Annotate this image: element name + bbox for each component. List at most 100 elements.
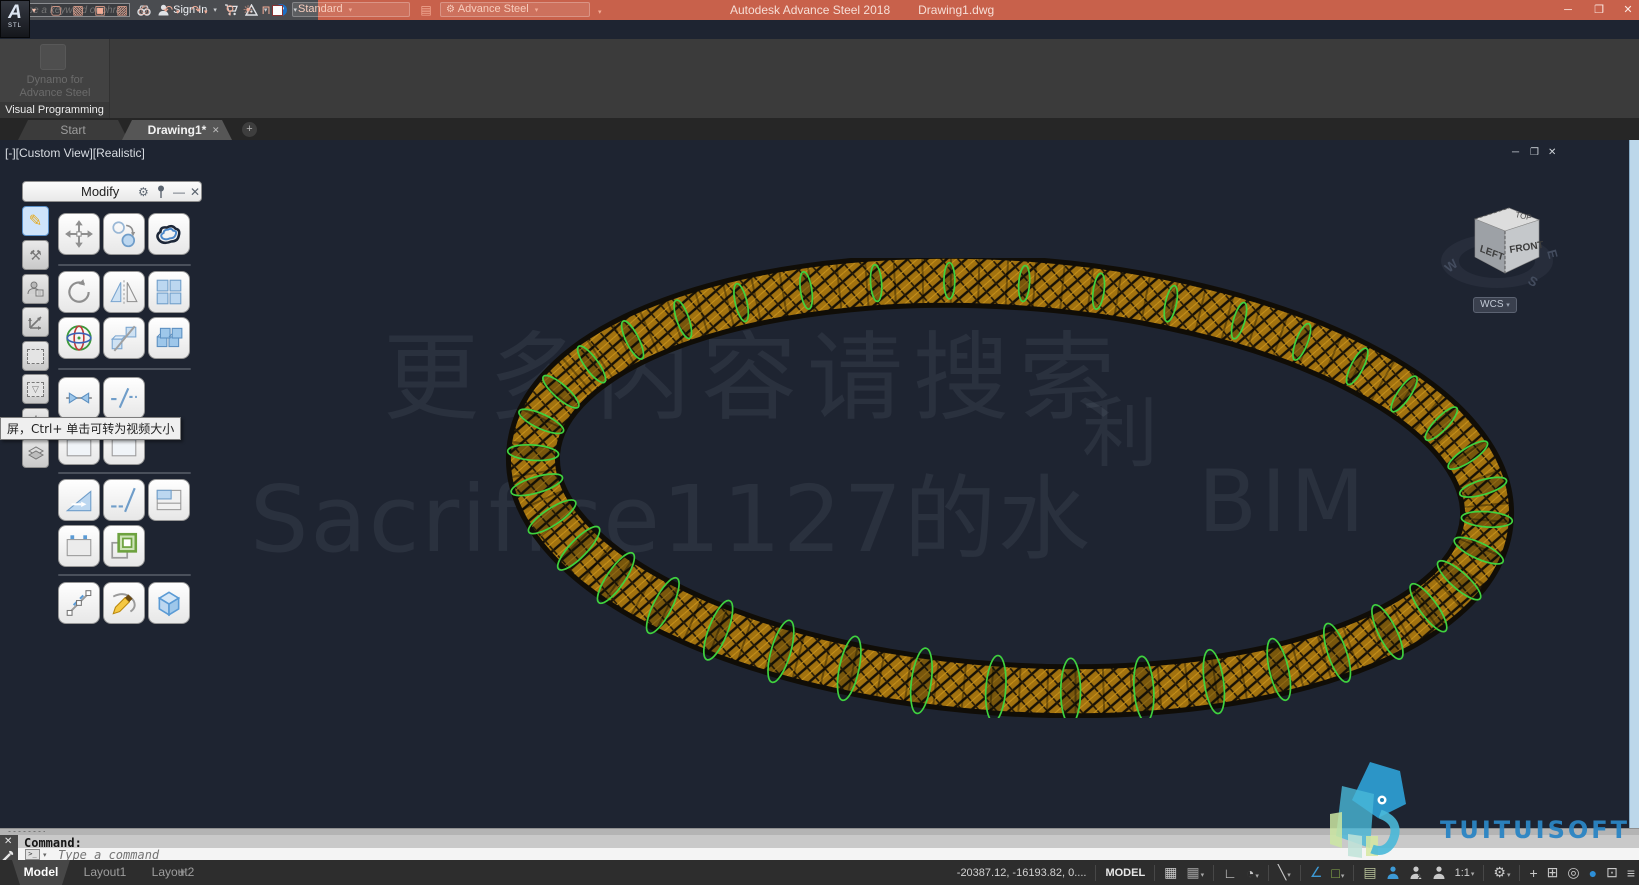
color-swatch[interactable]: [272, 5, 283, 16]
filter-select-button[interactable]: ▽: [22, 374, 49, 404]
palette-header[interactable]: Modify ⚙ — ✕: [22, 181, 202, 202]
app-logo[interactable]: A STL: [0, 0, 30, 38]
annotation-scale-value[interactable]: 1:1▾: [1455, 867, 1475, 879]
grid-display-icon[interactable]: ▦: [1164, 864, 1177, 881]
break-line-button[interactable]: [103, 377, 145, 419]
mirror-3d-button[interactable]: [103, 317, 145, 359]
layout-tab-layout1[interactable]: Layout1: [72, 860, 138, 885]
ucs-button[interactable]: [22, 307, 49, 337]
undo-caret-icon[interactable]: ▾: [176, 8, 180, 16]
close-button[interactable]: ✕: [1615, 2, 1639, 18]
array-3d-icon: [154, 323, 184, 353]
new-file-icon[interactable]: ▢: [48, 3, 64, 17]
redo-icon[interactable]: ↷: [188, 3, 204, 17]
merge-plates-button[interactable]: [103, 525, 145, 567]
command-window[interactable]: ✕ Command: >_ ▾: [0, 828, 1639, 860]
qat-more-icon[interactable]: ▾: [598, 8, 602, 16]
annotation-scale-icon[interactable]: [1432, 865, 1446, 880]
sheet-icon[interactable]: ▤: [418, 3, 434, 17]
toolbar-lock-icon[interactable]: ▤: [1363, 864, 1376, 881]
restore-button[interactable]: ❐: [1586, 2, 1612, 18]
command-close-icon[interactable]: ✕: [4, 836, 12, 847]
annotation-autoscale-icon[interactable]: [1409, 865, 1423, 880]
palette-minimize-icon[interactable]: —: [173, 185, 185, 199]
palette-gear-icon[interactable]: ⚙: [138, 185, 149, 199]
palette-pin-icon[interactable]: [157, 185, 165, 201]
layers-button[interactable]: [22, 438, 49, 468]
dynamo-button[interactable]: Dynamo for Advance Steel: [0, 74, 110, 100]
shrink-button[interactable]: [58, 479, 100, 521]
annotation-visibility-icon[interactable]: [1386, 865, 1400, 880]
file-tab-start[interactable]: Start: [18, 120, 128, 140]
lengthen-button[interactable]: [103, 479, 145, 521]
drawing-restore-icon[interactable]: ❐: [1530, 147, 1539, 158]
stretch-button[interactable]: [58, 582, 100, 624]
style-dropdown[interactable]: Standard▾: [292, 2, 410, 17]
viewport-scrollbar[interactable]: [1629, 140, 1639, 828]
ortho-icon[interactable]: ∟: [1223, 865, 1237, 881]
file-tab-close-icon[interactable]: ✕: [212, 125, 220, 136]
workspace-gear-icon[interactable]: ⚙▾: [1493, 864, 1510, 881]
plate-marks-button[interactable]: [58, 525, 100, 567]
weld-button[interactable]: [58, 377, 100, 419]
polyline-edit-button[interactable]: [103, 582, 145, 624]
app-menu-caret-icon[interactable]: ▾: [32, 6, 36, 15]
save-as-icon[interactable]: ▨: [114, 3, 130, 17]
customization-menu-icon[interactable]: ≡: [1627, 865, 1635, 881]
palette-separator: [58, 264, 191, 266]
drawing-close-icon[interactable]: ✕: [1548, 147, 1556, 158]
array-3d-button[interactable]: [148, 317, 190, 359]
rotate-button[interactable]: [58, 271, 100, 313]
model-space-button[interactable]: MODEL: [1105, 867, 1145, 879]
redo-caret-icon[interactable]: ▾: [204, 8, 208, 16]
viewcube[interactable]: W S E TOP LEFT FRONT: [1435, 193, 1559, 305]
graphics-performance-icon[interactable]: ●: [1589, 865, 1597, 881]
minimize-button[interactable]: ─: [1555, 2, 1581, 18]
layout-tab-layout2[interactable]: Layout2: [140, 860, 206, 885]
sign-in-caret-icon[interactable]: ▾: [213, 6, 217, 14]
isolate-objects-icon[interactable]: ◎: [1567, 864, 1579, 881]
clean-screen-icon[interactable]: ⊡: [1606, 864, 1618, 881]
command-prompt-caret-icon[interactable]: ▾: [43, 851, 47, 859]
copy-button[interactable]: [103, 213, 145, 255]
ribbon-body: [0, 39, 1639, 118]
plot-icon[interactable]: ⎙: [136, 3, 152, 17]
marker-icon[interactable]: ⚲: [222, 3, 238, 17]
quick-properties-icon[interactable]: ⊞: [1547, 864, 1559, 881]
torus-truss-model[interactable]: [505, 258, 1515, 718]
mirror-button[interactable]: [103, 271, 145, 313]
sun-icon[interactable]: ☀: [240, 3, 256, 17]
palette-close-icon[interactable]: ✕: [190, 185, 200, 199]
explode-button[interactable]: [148, 582, 190, 624]
wcs-dropdown[interactable]: WCS ▾: [1473, 297, 1517, 313]
new-layout-button[interactable]: +: [178, 864, 186, 879]
save-icon[interactable]: ▣: [92, 3, 108, 17]
drawing-minimize-icon[interactable]: ─: [1512, 147, 1519, 158]
window-select-button[interactable]: [22, 341, 49, 371]
undo-icon[interactable]: ↶: [160, 3, 176, 17]
new-drawing-button[interactable]: +: [242, 122, 257, 137]
offset-button[interactable]: [148, 213, 190, 255]
snap-mode-icon[interactable]: ▦▾: [1186, 864, 1204, 881]
layout-tab-model[interactable]: Model: [12, 860, 70, 885]
polar-tracking-icon[interactable]: ◔▾: [1246, 865, 1259, 881]
filter-icon: ▽: [27, 382, 44, 397]
viewport-controls-label[interactable]: [-][Custom View][Realistic]: [5, 146, 145, 160]
command-drag-handle[interactable]: [0, 829, 1639, 835]
object-snap-icon[interactable]: □▾: [1331, 865, 1344, 881]
annotation-monitor-icon[interactable]: +: [1529, 865, 1537, 881]
align-3d-button[interactable]: [58, 317, 100, 359]
array-button[interactable]: [148, 271, 190, 313]
isodraft-icon[interactable]: ╲▾: [1278, 864, 1291, 881]
drawing-viewport[interactable]: [-][Custom View][Realistic] ─ ❐ ✕ 更多内容请搜…: [0, 140, 1639, 828]
command-prompt-icon[interactable]: >_: [25, 849, 40, 860]
object-snap-tracking-icon[interactable]: ∠: [1310, 864, 1323, 881]
plate-cut-button[interactable]: [148, 479, 190, 521]
tools-button[interactable]: ⚒: [22, 240, 49, 270]
move-button[interactable]: [58, 213, 100, 255]
open-file-icon[interactable]: ▧: [70, 3, 86, 17]
user-settings-button[interactable]: [22, 274, 49, 304]
workspace-dropdown[interactable]: ⚙ Advance Steel▾: [440, 2, 590, 17]
coordinates-readout: -20387.12, -16193.82, 0....: [957, 867, 1087, 879]
draw-mode-button[interactable]: ✎: [22, 206, 49, 236]
